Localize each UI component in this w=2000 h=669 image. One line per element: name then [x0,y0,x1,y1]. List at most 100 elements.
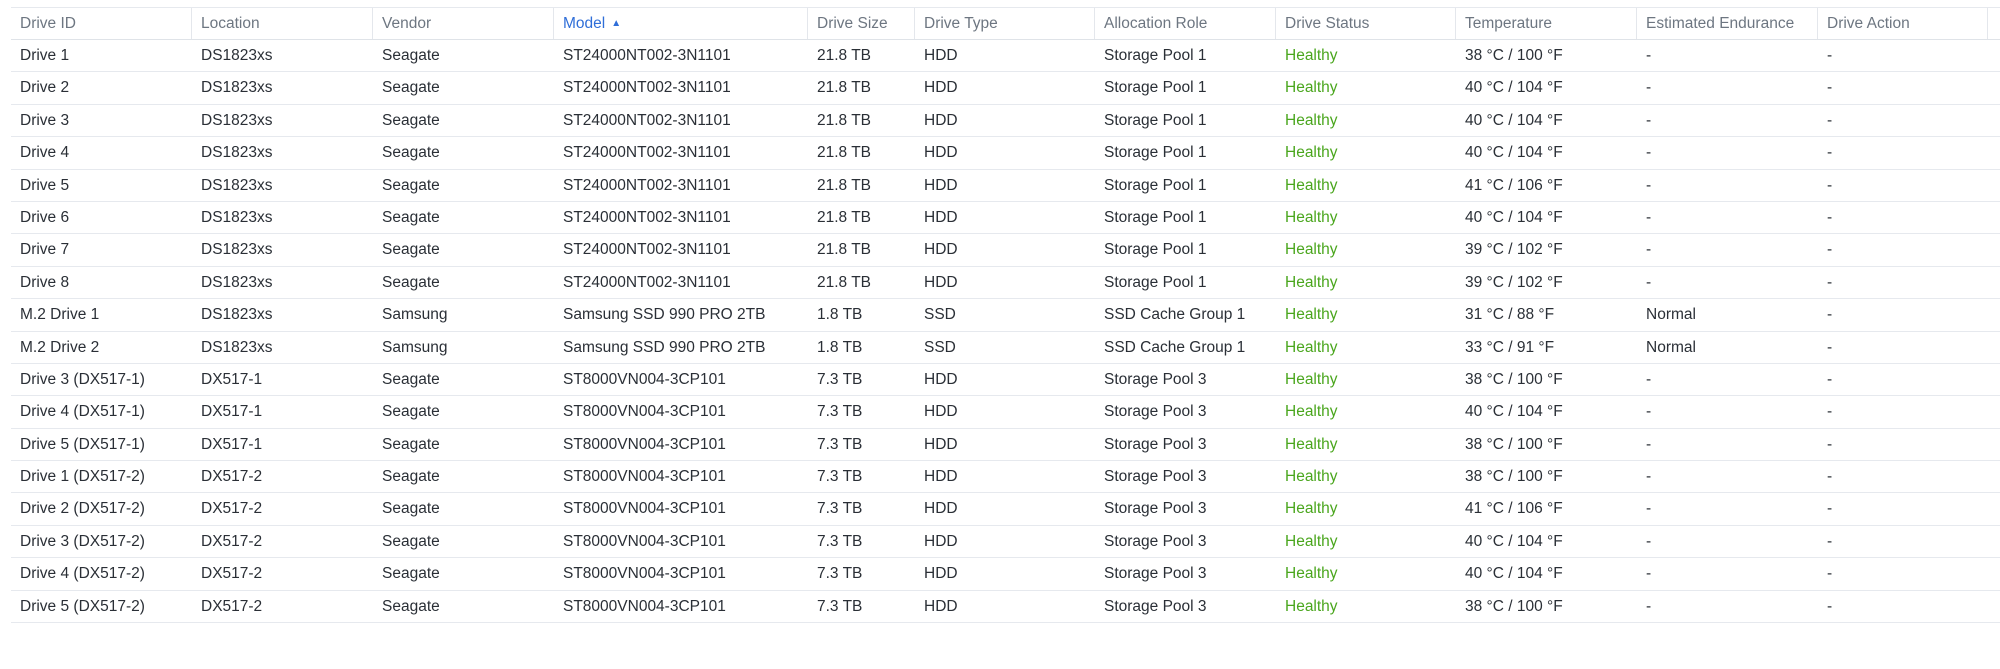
cell-model: ST8000VN004-3CP101 [563,370,726,388]
cell-role: Storage Pool 3 [1104,370,1207,388]
cell-action: - [1827,403,1833,421]
column-header-model[interactable]: Model ▲ [554,8,808,39]
cell-drive-id: Drive 4 (DX517-2) [20,565,145,583]
cell-drive-id: Drive 6 [20,208,70,226]
cell-model: ST24000NT002-3N1101 [563,111,731,129]
cell-type: HDD [924,435,958,453]
table-row[interactable]: Drive 2 (DX517-2) DX517-2 Seagate ST8000VN0… [11,493,2000,526]
table-row[interactable]: Drive 3 DS1823xs Seagate ST24000NT002-3N110… [11,105,2000,138]
cell-model: ST24000NT002-3N1101 [563,79,731,97]
cell-status: Healthy [1285,468,1338,486]
column-header-status[interactable]: Drive Status [1276,8,1456,39]
drive-table: Drive ID Location Vendor Model ▲ Drive Size Dr… [11,7,2000,624]
column-header-label: Drive ID [20,15,76,32]
cell-endurance: - [1646,500,1652,518]
table-row[interactable]: Drive 5 (DX517-2) DX517-2 Seagate ST8000VN0… [11,591,2000,624]
cell-size: 7.3 TB [817,468,863,486]
cell-action: - [1827,435,1833,453]
cell-role: Storage Pool 3 [1104,435,1207,453]
table-row[interactable]: Drive 6 DS1823xs Seagate ST24000NT002-3N110… [11,202,2000,235]
cell-type: HDD [924,79,958,97]
cell-endurance: - [1646,468,1652,486]
table-row[interactable]: Drive 5 DS1823xs Seagate ST24000NT002-3N110… [11,170,2000,202]
cell-endurance: - [1646,435,1652,453]
cell-drive-id: Drive 4 (DX517-1) [20,403,145,421]
table-row[interactable]: Drive 4 DS1823xs Seagate ST24000NT002-3N110… [11,137,2000,170]
cell-role: Storage Pool 3 [1104,468,1207,486]
cell-drive-id: Drive 2 [20,79,70,97]
cell-status: Healthy [1285,47,1338,64]
cell-drive-id: Drive 8 [20,273,70,291]
cell-action: - [1827,468,1833,486]
cell-model: ST24000NT002-3N1101 [563,47,731,64]
cell-type: HDD [924,597,958,615]
table-row[interactable]: Drive 5 (DX517-1) DX517-1 Seagate ST8000VN0… [11,429,2000,462]
cell-drive-id: Drive 3 (DX517-2) [20,532,145,550]
column-header-endurance[interactable]: Estimated Endurance [1637,8,1818,39]
table-row[interactable]: Drive 1 DS1823xs Seagate ST24000NT002-3N110… [11,40,2000,73]
cell-action: - [1827,176,1833,194]
cell-model: Samsung SSD 990 PRO 2TB [563,338,766,356]
table-row[interactable]: Drive 1 (DX517-2) DX517-2 Seagate ST8000VN0… [11,461,2000,494]
table-row[interactable]: Drive 2 DS1823xs Seagate ST24000NT002-3N110… [11,72,2000,105]
cell-endurance: - [1646,565,1652,583]
cell-size: 7.3 TB [817,403,863,421]
cell-vendor: Seagate [382,176,440,194]
cell-size: 7.3 TB [817,565,863,583]
column-header-type[interactable]: Drive Type [915,8,1095,39]
table-row[interactable]: Drive 3 (DX517-2) DX517-2 Seagate ST8000VN0… [11,526,2000,559]
cell-endurance: Normal [1646,338,1696,356]
row-filler [1988,332,2000,363]
column-header-label: Estimated Endurance [1646,15,1795,32]
column-header-role[interactable]: Allocation Role [1095,8,1276,39]
column-header-location[interactable]: Location [192,8,373,39]
cell-model: ST8000VN004-3CP101 [563,403,726,421]
cell-location: DX517-1 [201,435,263,453]
cell-model: ST8000VN004-3CP101 [563,532,726,550]
cell-size: 21.8 TB [817,47,872,64]
cell-vendor: Seagate [382,500,440,518]
column-header-size[interactable]: Drive Size [808,8,915,39]
table-row[interactable]: Drive 4 (DX517-2) DX517-2 Seagate ST8000VN0… [11,558,2000,591]
cell-endurance: - [1646,176,1652,194]
table-row[interactable]: M.2 Drive 2 DS1823xs Samsung Samsung SSD 99… [11,332,2000,364]
cell-vendor: Seagate [382,111,440,129]
cell-temperature: 40 °C / 104 °F [1465,403,1563,421]
table-row[interactable]: Drive 4 (DX517-1) DX517-1 Seagate ST8000VN0… [11,396,2000,429]
row-filler [1988,461,2000,492]
cell-model: Samsung SSD 990 PRO 2TB [563,306,766,324]
column-header-drive-id[interactable]: Drive ID [11,8,192,39]
row-filler [1988,137,2000,168]
table-row[interactable]: Drive 8 DS1823xs Seagate ST24000NT002-3N110… [11,267,2000,300]
cell-temperature: 41 °C / 106 °F [1465,176,1563,194]
cell-drive-id: Drive 3 [20,111,70,129]
row-filler [1988,105,2000,136]
table-row[interactable]: Drive 7 DS1823xs Seagate ST24000NT002-3N110… [11,234,2000,267]
row-filler [1988,396,2000,427]
cell-size: 7.3 TB [817,500,863,518]
cell-location: DX517-1 [201,403,263,421]
cell-type: HDD [924,176,958,194]
cell-location: DS1823xs [201,144,273,162]
cell-action: - [1827,111,1833,129]
cell-location: DX517-2 [201,565,263,583]
cell-size: 21.8 TB [817,144,872,162]
cell-location: DS1823xs [201,208,273,226]
column-header-temperature[interactable]: Temperature [1456,8,1637,39]
cell-location: DS1823xs [201,306,273,324]
column-header-label: Allocation Role [1104,15,1208,32]
cell-action: - [1827,306,1833,324]
column-header-action[interactable]: Drive Action [1818,8,1988,39]
cell-vendor: Seagate [382,403,440,421]
cell-type: HDD [924,47,958,64]
cell-action: - [1827,273,1833,291]
cell-location: DX517-2 [201,597,263,615]
table-row[interactable]: M.2 Drive 1 DS1823xs Samsung Samsung SSD 99… [11,299,2000,332]
cell-endurance: - [1646,79,1652,97]
cell-location: DS1823xs [201,273,273,291]
cell-size: 7.3 TB [817,597,863,615]
cell-temperature: 40 °C / 104 °F [1465,144,1563,162]
column-header-vendor[interactable]: Vendor [373,8,554,39]
table-row[interactable]: Drive 3 (DX517-1) DX517-1 Seagate ST8000VN0… [11,364,2000,397]
vertical-dots-icon[interactable]: ⋮ [1988,8,2000,39]
